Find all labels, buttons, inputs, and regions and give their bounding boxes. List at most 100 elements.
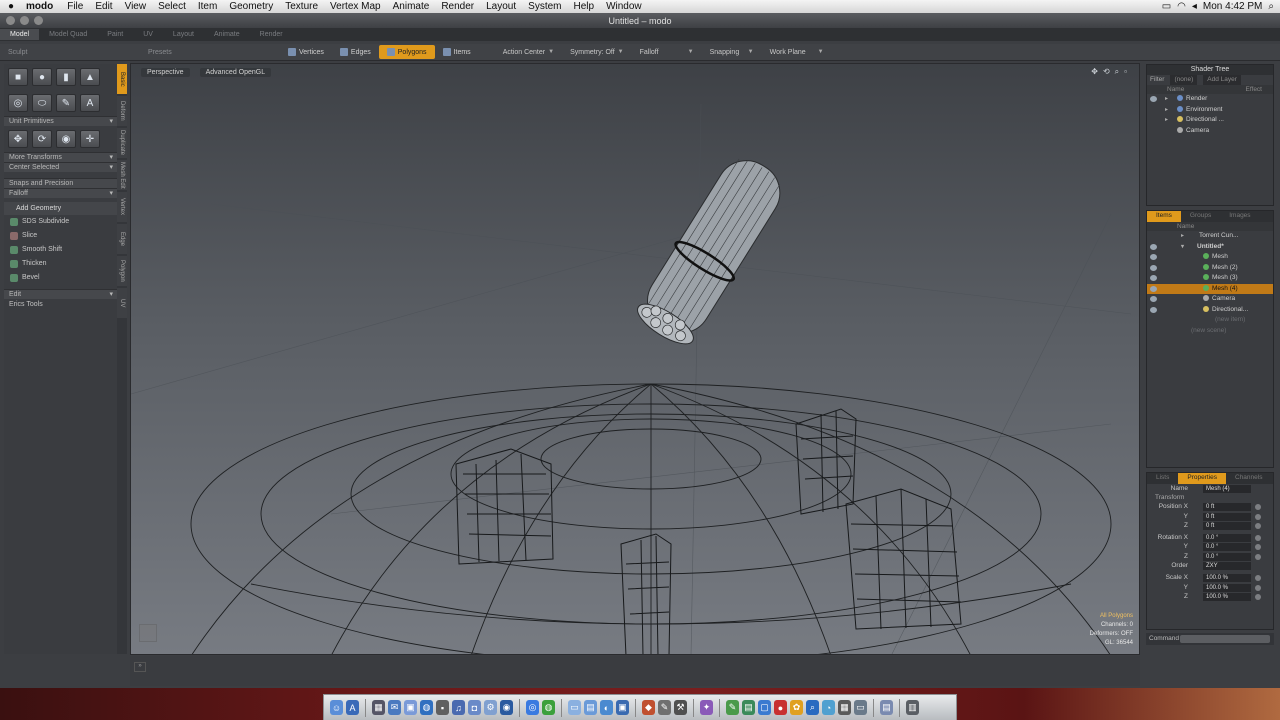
vtab-vertex[interactable]: Vertex xyxy=(117,192,127,222)
image-icon[interactable]: ▣ xyxy=(616,700,629,715)
menu-file[interactable]: File xyxy=(61,1,89,12)
scale-z-field[interactable]: 100.0 % xyxy=(1203,592,1251,601)
item-row[interactable]: Mesh (3) xyxy=(1147,273,1273,284)
center-selected-header[interactable]: Center Selected ▾ xyxy=(4,162,117,172)
tab-render[interactable]: Render xyxy=(250,29,293,40)
modo-icon[interactable]: ◆ xyxy=(642,700,655,715)
display-icon[interactable]: ▭ xyxy=(854,700,867,715)
menu-texture[interactable]: Texture xyxy=(279,1,324,12)
smooth-shift-tool[interactable]: Smooth Shift xyxy=(4,243,117,257)
item-row[interactable]: Mesh xyxy=(1147,252,1273,263)
visibility-eye-icon[interactable] xyxy=(1150,296,1157,302)
falloff-header[interactable]: Falloff ▾ xyxy=(4,188,117,198)
view-type-dropdown[interactable]: Perspective xyxy=(141,68,190,77)
trash-icon[interactable]: ▥ xyxy=(906,700,919,715)
render-mode-dropdown[interactable]: Advanced OpenGL xyxy=(199,68,272,77)
3d-viewport[interactable]: Perspective Advanced OpenGL ✥ ⟲ ⌕ ▫ All … xyxy=(130,63,1140,655)
item-row[interactable]: ▸ Torrent Cun... xyxy=(1147,231,1273,242)
mode-edges[interactable]: Edges xyxy=(332,45,379,59)
clock[interactable]: Mon 4:42 PM xyxy=(1203,1,1262,12)
add-geometry-group[interactable]: Add Geometry xyxy=(4,202,117,215)
shader-item-camera[interactable]: Camera xyxy=(1147,126,1273,137)
transform-section[interactable]: Transform xyxy=(1147,493,1273,502)
photo-icon[interactable]: ◘ xyxy=(468,700,481,715)
capsule-icon[interactable]: ⬭ xyxy=(32,94,52,112)
tab-images[interactable]: Images xyxy=(1220,211,1259,222)
visibility-eye-icon[interactable] xyxy=(1150,275,1157,281)
pen-icon[interactable]: ✎ xyxy=(56,94,76,112)
close-window-button[interactable] xyxy=(6,16,15,25)
screen-share-icon[interactable]: ▤ xyxy=(584,700,597,715)
mode-vertices[interactable]: Vertices xyxy=(280,45,332,59)
keyframe-icon[interactable] xyxy=(1255,584,1261,591)
script-icon[interactable]: ⚒ xyxy=(674,700,687,715)
new-scene-row[interactable]: (new scene) xyxy=(1147,326,1273,337)
mail-icon[interactable]: ✉ xyxy=(388,700,401,715)
menu-layout[interactable]: Layout xyxy=(480,1,522,12)
expand-triangle-icon[interactable]: ▸ xyxy=(1165,94,1168,105)
vtab-basic[interactable]: Basic xyxy=(117,64,127,94)
utility-icon[interactable]: ◐ xyxy=(600,700,613,715)
zoom-window-button[interactable] xyxy=(34,16,43,25)
sphere-icon[interactable]: ● xyxy=(32,68,52,86)
messages-icon[interactable]: ◔ xyxy=(822,700,835,715)
more-transforms-header[interactable]: More Transforms ▾ xyxy=(4,152,117,162)
keyframe-icon[interactable] xyxy=(1255,575,1261,582)
edit-header[interactable]: Edit ▾ xyxy=(4,289,117,299)
menu-select[interactable]: Select xyxy=(152,1,192,12)
gallery-icon[interactable]: ✿ xyxy=(790,700,803,715)
name-field[interactable]: Mesh (4) xyxy=(1203,485,1251,493)
command-input[interactable] xyxy=(1180,635,1270,643)
unit-primitives-header[interactable]: Unit Primitives ▾ xyxy=(4,116,117,126)
menu-vertex-map[interactable]: Vertex Map xyxy=(324,1,387,12)
visibility-eye-icon[interactable] xyxy=(1150,264,1157,271)
snaps-precision-header[interactable]: Snaps and Precision xyxy=(4,178,117,188)
sculpt-button[interactable]: Sculpt xyxy=(0,46,140,59)
keyframe-icon[interactable] xyxy=(1255,544,1261,551)
minimize-window-button[interactable] xyxy=(20,16,29,25)
cube-icon[interactable]: ■ xyxy=(8,68,28,86)
expand-triangle-icon[interactable]: ▾ xyxy=(1181,242,1184,253)
downloads-icon[interactable]: ▤ xyxy=(880,700,893,715)
bevel-tool[interactable]: Bevel xyxy=(4,271,117,285)
item-row[interactable]: Directional... xyxy=(1147,305,1273,316)
itunes-icon[interactable]: ♫ xyxy=(452,700,465,715)
visibility-eye-icon[interactable] xyxy=(1150,254,1157,260)
keyframe-icon[interactable] xyxy=(1255,504,1261,511)
tab-items[interactable]: Items xyxy=(1147,211,1181,222)
window-icon[interactable]: ▢ xyxy=(758,700,771,715)
tab-model-quad[interactable]: Model Quad xyxy=(39,29,97,40)
editor-icon[interactable]: ✎ xyxy=(726,700,739,715)
menu-geometry[interactable]: Geometry xyxy=(223,1,279,12)
tab-animate[interactable]: Animate xyxy=(204,29,250,40)
vtab-polygon[interactable]: Polygon xyxy=(117,256,127,286)
tab-channels[interactable]: Channels xyxy=(1226,473,1271,484)
tab-properties[interactable]: Properties xyxy=(1178,473,1226,484)
tab-groups[interactable]: Groups xyxy=(1181,211,1220,222)
app-menu[interactable]: modo xyxy=(22,1,61,12)
presets-button[interactable]: Presets xyxy=(140,46,280,59)
terminal-icon[interactable]: ▪ xyxy=(436,700,449,715)
keyframe-icon[interactable] xyxy=(1255,593,1261,600)
action-center-dropdown[interactable]: Action Center ▼ xyxy=(495,46,562,59)
expand-triangle-icon[interactable]: ▸ xyxy=(1165,105,1168,116)
expand-icon[interactable]: » xyxy=(134,662,146,672)
menu-item[interactable]: Item xyxy=(192,1,223,12)
rotate-icon[interactable]: ⟳ xyxy=(32,130,52,148)
visibility-eye-icon[interactable] xyxy=(1150,285,1157,292)
expand-triangle-icon[interactable]: ▸ xyxy=(1181,231,1184,242)
scale-y-field[interactable]: 100.0 % xyxy=(1203,583,1251,592)
keyframe-icon[interactable] xyxy=(1255,535,1261,542)
maximize-icon[interactable]: ▫ xyxy=(1124,67,1127,77)
sds-subdivide-tool[interactable]: SDS Subdivide xyxy=(4,215,117,229)
keyframe-icon[interactable] xyxy=(1255,513,1261,520)
vtab-deform[interactable]: Deform xyxy=(117,96,127,126)
torus-icon[interactable]: ◎ xyxy=(8,94,28,112)
position-x-field[interactable]: 0 ft xyxy=(1203,503,1251,512)
spotlight-icon[interactable]: ⌕ xyxy=(1268,1,1274,12)
rotation-y-field[interactable]: 0.0 ° xyxy=(1203,543,1251,552)
menu-system[interactable]: System xyxy=(522,1,567,12)
system-prefs-icon[interactable]: ⚙ xyxy=(484,700,497,715)
vtab-uv[interactable]: UV xyxy=(117,288,127,318)
menu-edit[interactable]: Edit xyxy=(89,1,118,12)
